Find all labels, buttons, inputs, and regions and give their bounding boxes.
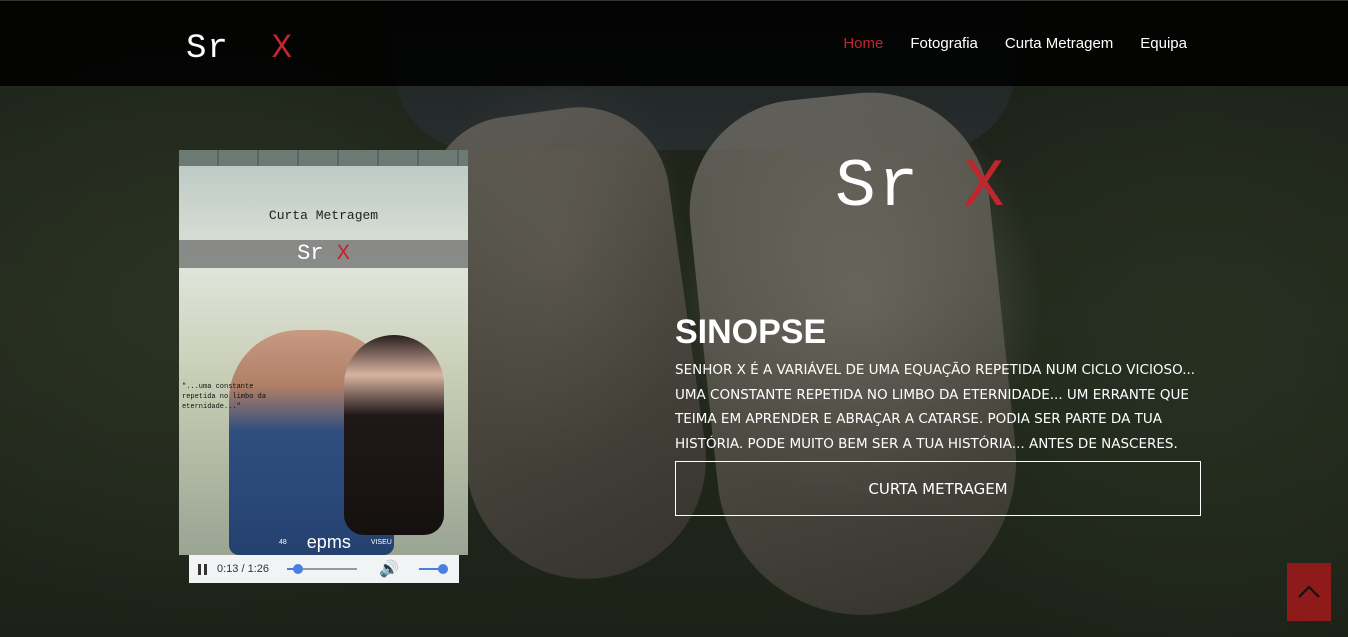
player-progress-bar[interactable] xyxy=(287,564,357,574)
hero-title-x: X xyxy=(963,149,1007,226)
synopsis-text: SENHOR X É A VARIÁVEL DE UMA EQUAÇÃO REP… xyxy=(675,362,1196,452)
poster-logos: 48 epms VISEU xyxy=(279,532,392,553)
brand-text: Sr xyxy=(186,30,229,68)
poster-title: Sr X xyxy=(179,240,468,268)
logo-viseu: VISEU xyxy=(370,539,392,546)
logo-epms: epms xyxy=(306,532,351,552)
main-nav: Home Fotografia Curta Metragem Equipa xyxy=(843,35,1187,52)
player-time: 0:13 / 1:26 xyxy=(217,563,269,575)
logo-48: 48 xyxy=(279,539,287,546)
poster-actor-woman xyxy=(344,335,444,535)
navbar: Sr X Home Fotografia Curta Metragem Equi… xyxy=(0,0,1348,86)
poster-title-x: X xyxy=(336,241,350,266)
player-progress-thumb[interactable] xyxy=(292,564,303,574)
curta-metragem-button[interactable]: CURTA METRAGEM xyxy=(675,461,1201,516)
movie-poster: Curta Metragem Sr X "...uma constante re… xyxy=(179,150,468,555)
poster-quote: "...uma constante repetida no limbo da e… xyxy=(182,383,267,411)
player-volume-thumb[interactable] xyxy=(437,564,448,574)
chevron-up-icon xyxy=(1298,585,1320,598)
back-to-top-button[interactable] xyxy=(1287,563,1331,621)
poster-wall-strip xyxy=(179,150,468,166)
nav-item-curta-metragem[interactable]: Curta Metragem xyxy=(1005,35,1113,52)
pause-icon[interactable] xyxy=(197,563,209,575)
nav-item-home[interactable]: Home xyxy=(843,35,883,52)
player-volume-slider[interactable] xyxy=(418,564,448,574)
poster-subtitle: Curta Metragem xyxy=(268,208,379,223)
volume-icon[interactable]: 🔊 xyxy=(379,559,399,579)
audio-player: 0:13 / 1:26 🔊 xyxy=(189,555,459,583)
hero-title-text: Sr xyxy=(835,149,921,226)
poster-title-text: Sr xyxy=(297,241,324,266)
brand-x: X xyxy=(271,30,294,68)
synopsis-heading: SINOPSE xyxy=(675,313,827,351)
page: Sr X Home Fotografia Curta Metragem Equi… xyxy=(0,0,1348,637)
nav-item-equipa[interactable]: Equipa xyxy=(1140,35,1187,52)
brand-logo[interactable]: Sr X xyxy=(186,29,293,69)
nav-item-fotografia[interactable]: Fotografia xyxy=(910,35,978,52)
hero-title: Sr X xyxy=(835,150,1006,226)
